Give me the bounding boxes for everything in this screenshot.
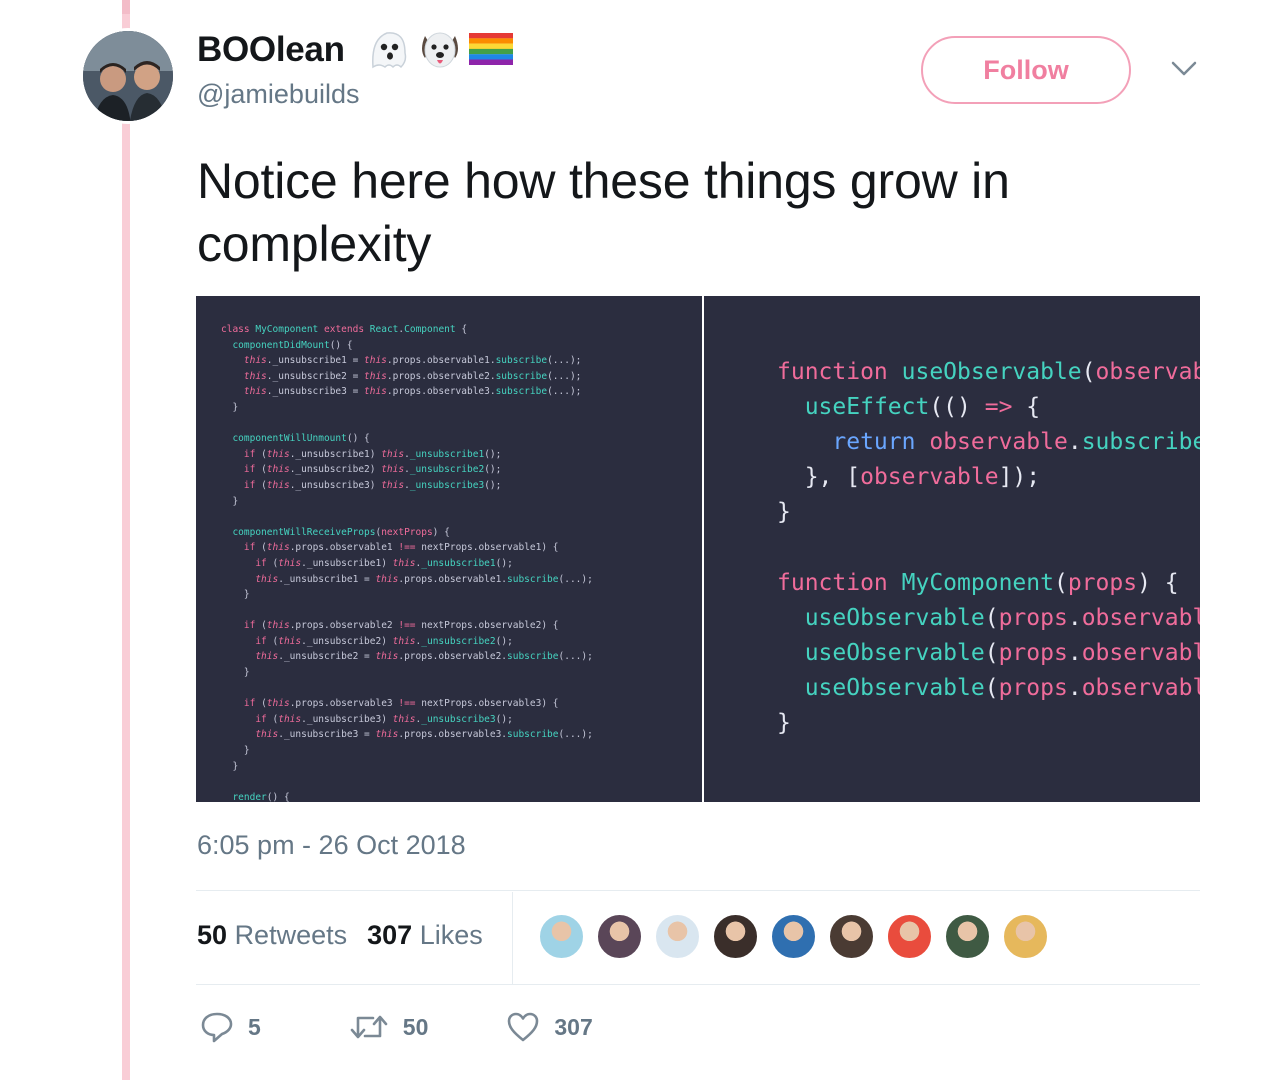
thread-line xyxy=(122,0,130,1080)
liker-avatar[interactable] xyxy=(654,913,701,960)
reply-count: 5 xyxy=(248,1013,261,1040)
dog-face-icon xyxy=(422,32,458,68)
chevron-down-icon xyxy=(1171,61,1197,76)
like-count: 307 xyxy=(554,1013,593,1040)
stats-vertical-divider xyxy=(512,892,513,984)
liker-avatar[interactable] xyxy=(712,913,759,960)
tweet-actions: 5 50 307 xyxy=(200,1010,593,1044)
retweets-stat[interactable]: 50 Retweets xyxy=(197,920,347,951)
retweet-button[interactable]: 50 xyxy=(349,1012,429,1042)
like-button[interactable]: 307 xyxy=(506,1011,593,1043)
retweet-icon xyxy=(350,1015,388,1039)
follow-button[interactable]: Follow xyxy=(921,36,1131,104)
reply-button[interactable]: 5 xyxy=(200,1010,261,1044)
liker-avatars xyxy=(538,913,1049,960)
user-handle[interactable]: @jamiebuilds xyxy=(197,79,359,110)
likes-stat-count: 307 xyxy=(367,920,413,950)
display-name[interactable]: BOOlean xyxy=(197,30,345,70)
liker-avatar[interactable] xyxy=(538,913,585,960)
media-image-hooks[interactable]: function useObservable(observable) { use… xyxy=(704,296,1200,802)
avatar[interactable] xyxy=(80,28,176,124)
name-badges xyxy=(365,26,513,72)
avatar-photo-icon xyxy=(83,31,173,121)
tweet-timestamp[interactable]: 6:05 pm - 26 Oct 2018 xyxy=(197,830,466,861)
stats-top-divider xyxy=(196,890,1200,891)
liker-avatar[interactable] xyxy=(886,913,933,960)
hooks-code-image: function useObservable(observable) { use… xyxy=(777,359,1200,736)
more-options-button[interactable] xyxy=(1170,60,1198,83)
ghost-icon xyxy=(372,32,407,69)
tweet-media[interactable]: class MyComponent extends React.Componen… xyxy=(196,296,1200,802)
liker-avatar[interactable] xyxy=(596,913,643,960)
liker-avatar[interactable] xyxy=(1002,913,1049,960)
thread-line-top xyxy=(122,0,130,14)
liker-avatar[interactable] xyxy=(944,913,991,960)
media-image-class-component[interactable]: class MyComponent extends React.Componen… xyxy=(196,296,702,802)
retweets-stat-label: Retweets xyxy=(234,920,348,950)
heart-icon xyxy=(508,1012,539,1042)
likes-stat-label: Likes xyxy=(419,920,483,950)
reply-icon xyxy=(201,1012,233,1043)
liker-avatar[interactable] xyxy=(770,913,817,960)
tweet-stats: 50 Retweets 307 Likes xyxy=(197,920,483,951)
retweets-stat-count: 50 xyxy=(197,920,228,950)
tweet-text: Notice here how these things grow in com… xyxy=(197,153,1010,272)
liker-avatar[interactable] xyxy=(828,913,875,960)
class-component-code-image: class MyComponent extends React.Componen… xyxy=(221,324,593,802)
rainbow-flag-icon xyxy=(469,33,513,65)
likes-stat[interactable]: 307 Likes xyxy=(367,920,483,951)
actions-top-divider xyxy=(196,984,1200,985)
retweet-count: 50 xyxy=(402,1013,429,1040)
